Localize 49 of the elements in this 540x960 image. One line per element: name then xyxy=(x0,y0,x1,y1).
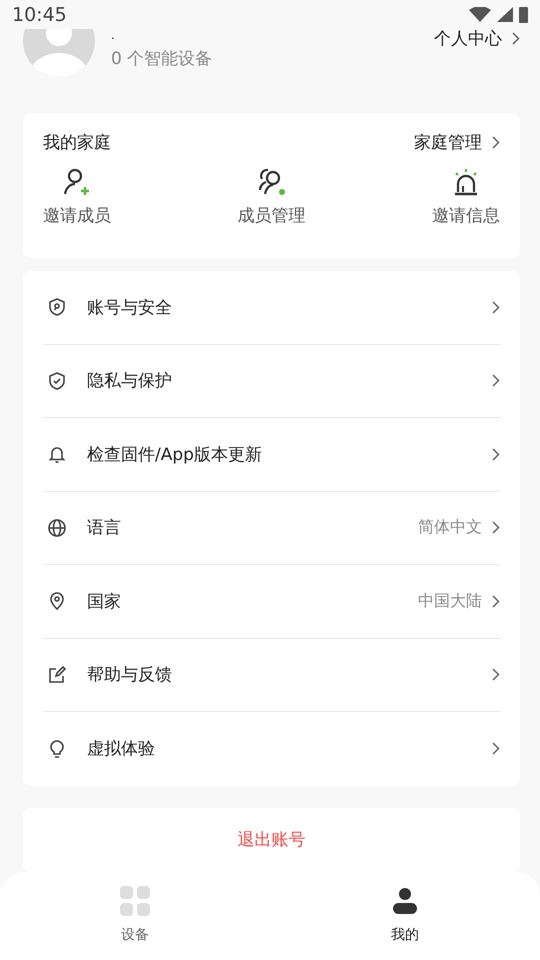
shield-key-icon xyxy=(47,297,67,318)
person-icon xyxy=(390,886,420,916)
chevron-icon xyxy=(492,448,500,461)
profile-link[interactable]: 个人中心 xyxy=(434,29,520,50)
nav-tab[interactable]: 我的 xyxy=(270,872,540,960)
family-title: 我的家庭 xyxy=(43,132,111,154)
edit-icon xyxy=(47,664,67,685)
user-name: . xyxy=(111,29,116,42)
nav-tab[interactable]: 设备 xyxy=(0,872,270,960)
settings-label: 虚拟体验 xyxy=(87,738,156,760)
device-count: 0 个智能设备 xyxy=(111,48,214,70)
settings-label: 账号与安全 xyxy=(87,296,173,319)
settings-value: 中国大陆 xyxy=(418,590,482,612)
chevron-icon xyxy=(492,742,500,756)
settings-label: 隐私与保护 xyxy=(87,370,173,392)
location-pin-icon xyxy=(47,591,67,612)
chevron-icon xyxy=(492,594,500,608)
grid-icon xyxy=(120,886,150,916)
battery-icon xyxy=(519,6,528,24)
settings-item[interactable]: 隐私与保护 xyxy=(43,344,500,418)
settings-label: 检查固件/App版本更新 xyxy=(87,444,263,466)
lightbulb-icon xyxy=(47,738,67,759)
shield-check-icon xyxy=(47,370,67,391)
settings-item[interactable]: 检查固件/App版本更新 xyxy=(43,418,500,492)
settings-item[interactable]: 账号与安全 xyxy=(43,271,500,345)
chevron-icon xyxy=(492,300,500,314)
settings-item[interactable]: 帮助与反馈 xyxy=(43,638,500,712)
settings-label: 国家 xyxy=(87,590,122,613)
bell-icon xyxy=(47,444,67,464)
chevron-icon xyxy=(492,136,500,149)
settings-label: 语言 xyxy=(87,517,122,540)
globe-icon xyxy=(47,518,67,538)
settings-item[interactable]: 国家 中国大陆 xyxy=(43,565,500,639)
chevron-icon xyxy=(492,374,500,388)
family-manage-link[interactable]: 家庭管理 xyxy=(414,130,500,154)
settings-item[interactable]: 语言 简体中文 xyxy=(43,492,500,566)
signal-icon xyxy=(497,7,513,22)
chevron-icon xyxy=(492,521,500,534)
settings-value: 简体中文 xyxy=(418,517,482,538)
wifi-icon xyxy=(469,7,491,22)
logout-button[interactable]: 退出账号 xyxy=(23,808,520,872)
family-action[interactable]: 邀请信息 xyxy=(432,166,500,227)
chevron-icon xyxy=(512,32,520,46)
chevron-icon xyxy=(492,668,500,682)
family-action[interactable]: 成员管理 xyxy=(238,166,306,227)
settings-label: 帮助与反馈 xyxy=(87,664,173,686)
family-action[interactable]: 邀请成员 xyxy=(43,166,111,227)
settings-item[interactable]: 虚拟体验 xyxy=(43,712,500,786)
status-time: 10:45 xyxy=(12,4,67,26)
